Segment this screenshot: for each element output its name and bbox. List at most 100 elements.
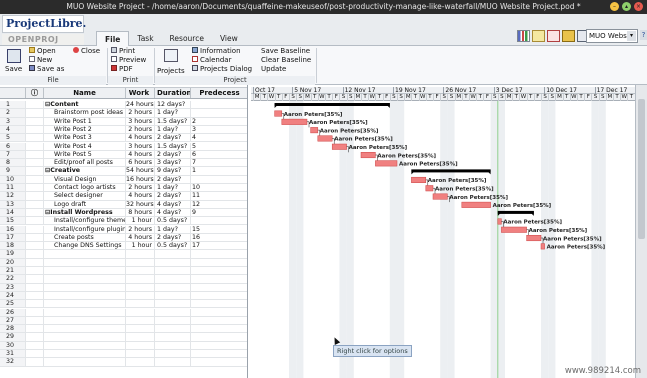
duration-cell[interactable]: 4 days? (155, 208, 191, 217)
table-row[interactable]: 32 (0, 358, 247, 367)
duration-cell[interactable]: 1 day? (155, 125, 191, 134)
close-file-button[interactable]: Close (73, 47, 100, 56)
indicator-cell[interactable] (26, 150, 44, 159)
indicator-cell[interactable] (26, 275, 44, 283)
task-name-cell[interactable]: Select designer (44, 192, 126, 200)
work-cell[interactable]: 4 hours (126, 233, 155, 242)
task-name-cell[interactable]: Create posts (44, 233, 126, 242)
predecessors-cell[interactable] (191, 325, 247, 332)
table-row[interactable]: 30 (0, 341, 247, 350)
tab-task[interactable]: Task (129, 31, 161, 46)
tab-view[interactable]: View (212, 31, 246, 46)
work-cell[interactable]: 4 hours (126, 134, 155, 142)
chevron-down-icon[interactable]: ▾ (627, 31, 636, 41)
indicator-cell[interactable] (26, 101, 44, 109)
task-name-cell[interactable]: Write Post 2 (44, 125, 126, 134)
table-row[interactable]: 27 (0, 316, 247, 326)
help-icon[interactable]: ? (640, 30, 647, 40)
predecessors-header[interactable]: Predecess (191, 88, 247, 98)
table-row[interactable]: 18 Change DNS Settings 1 hour 0.5 days? 17 (0, 242, 247, 251)
indicator-cell[interactable] (26, 142, 44, 150)
indicator-cell[interactable] (26, 217, 44, 225)
duration-cell[interactable]: 1 day? (155, 225, 191, 233)
work-cell[interactable]: 2 hours (126, 109, 155, 117)
predecessors-cell[interactable] (191, 350, 247, 357)
clear-baseline-button[interactable]: Clear Baseline (261, 56, 311, 65)
table-row[interactable]: 6 Write Post 43 hours 1.5 days? 5 (0, 142, 247, 151)
new-button[interactable]: New (29, 56, 52, 65)
predecessors-cell[interactable]: 4 (191, 134, 247, 141)
work-cell[interactable]: 2 hours (126, 225, 155, 233)
predecessors-cell[interactable]: 3 (191, 126, 247, 133)
duration-cell[interactable] (155, 250, 191, 258)
indicator-cell[interactable] (26, 159, 44, 167)
table-row[interactable]: 14 ⊟Install Wordpress 8 hours 4 days? 9 (0, 208, 247, 218)
duration-cell[interactable] (155, 258, 191, 266)
update-button[interactable]: Update (261, 65, 286, 74)
indicator-cell[interactable] (26, 358, 44, 366)
task-name-cell[interactable]: ⊟Content (44, 101, 126, 109)
task-name-cell[interactable] (44, 300, 126, 308)
work-cell[interactable] (126, 267, 155, 275)
table-row[interactable]: 10 Visual Design 16 hours 2 days? (0, 175, 247, 184)
task-name-cell[interactable] (44, 350, 126, 358)
task-name-cell[interactable]: Visual Design (44, 175, 126, 183)
duration-cell[interactable]: 2 days? (155, 192, 191, 200)
task-name-cell[interactable]: Logo draft (44, 200, 126, 208)
duration-cell[interactable] (155, 358, 191, 366)
duration-cell[interactable]: 4 days? (155, 200, 191, 208)
duration-cell[interactable]: 1.5 days? (155, 117, 191, 125)
table-row[interactable]: 29 (0, 333, 247, 342)
task-name-cell[interactable]: Write Post 5 (44, 150, 126, 159)
indicator-cell[interactable] (26, 325, 44, 333)
work-cell[interactable] (126, 250, 155, 258)
tab-resource[interactable]: Resource (162, 31, 212, 46)
predecessors-cell[interactable]: 17 (191, 242, 247, 249)
close-button[interactable]: × (634, 2, 643, 11)
indicator-cell[interactable] (26, 283, 44, 291)
pdf-button[interactable]: PDF (111, 65, 133, 74)
duration-cell[interactable] (155, 300, 191, 308)
table-row[interactable]: 21 (0, 267, 247, 276)
indicator-cell[interactable] (26, 200, 44, 208)
indicator-cell[interactable] (26, 258, 44, 266)
indicator-cell[interactable] (26, 208, 44, 217)
work-cell[interactable]: 3 hours (126, 117, 155, 125)
table-row[interactable]: 11 Contact logo artists 2 hours 1 day? 10 (0, 184, 247, 193)
predecessors-cell[interactable] (191, 342, 247, 349)
predecessors-cell[interactable] (191, 267, 247, 274)
duration-cell[interactable]: 2 days? (155, 175, 191, 183)
predecessors-cell[interactable] (191, 275, 247, 282)
work-cell[interactable] (126, 291, 155, 300)
project-view-select[interactable]: MUO Website ▾ (586, 29, 638, 43)
work-cell[interactable]: 4 hours (126, 192, 155, 200)
table-row[interactable]: 25 (0, 300, 247, 309)
task-name-cell[interactable]: Edit/proof all posts (44, 159, 126, 167)
duration-cell[interactable]: 3 days? (155, 159, 191, 167)
tab-file[interactable]: File (96, 31, 130, 46)
table-row[interactable]: 12 Select designer 4 hours 2 days? 11 (0, 192, 247, 201)
table-row[interactable]: 23 (0, 283, 247, 292)
duration-cell[interactable]: 0.5 days? (155, 217, 191, 225)
predecessors-cell[interactable]: 5 (191, 143, 247, 150)
maximize-button[interactable]: ▴ (622, 2, 631, 11)
work-cell[interactable] (126, 333, 155, 341)
save-button[interactable]: Save (5, 65, 22, 74)
duration-cell[interactable]: 1.5 days? (155, 142, 191, 150)
duration-cell[interactable] (155, 341, 191, 349)
task-name-cell[interactable] (44, 250, 126, 258)
work-cell[interactable]: 6 hours (126, 159, 155, 167)
task-name-cell[interactable] (44, 308, 126, 316)
task-name-cell[interactable]: ⊟Install Wordpress (44, 208, 126, 217)
table-row[interactable]: 22 (0, 275, 247, 284)
duration-cell[interactable] (155, 350, 191, 358)
table-row[interactable]: 26 (0, 308, 247, 317)
table-row[interactable]: 24 (0, 291, 247, 301)
duration-cell[interactable]: 9 days? (155, 167, 191, 175)
predecessors-cell[interactable]: 6 (191, 151, 247, 158)
task-name-cell[interactable] (44, 275, 126, 283)
task-name-cell[interactable] (44, 333, 126, 341)
resource-view-icon[interactable] (547, 30, 560, 42)
predecessors-cell[interactable] (191, 109, 247, 116)
table-row[interactable]: 5 Write Post 34 hours 2 days? 4 (0, 134, 247, 143)
